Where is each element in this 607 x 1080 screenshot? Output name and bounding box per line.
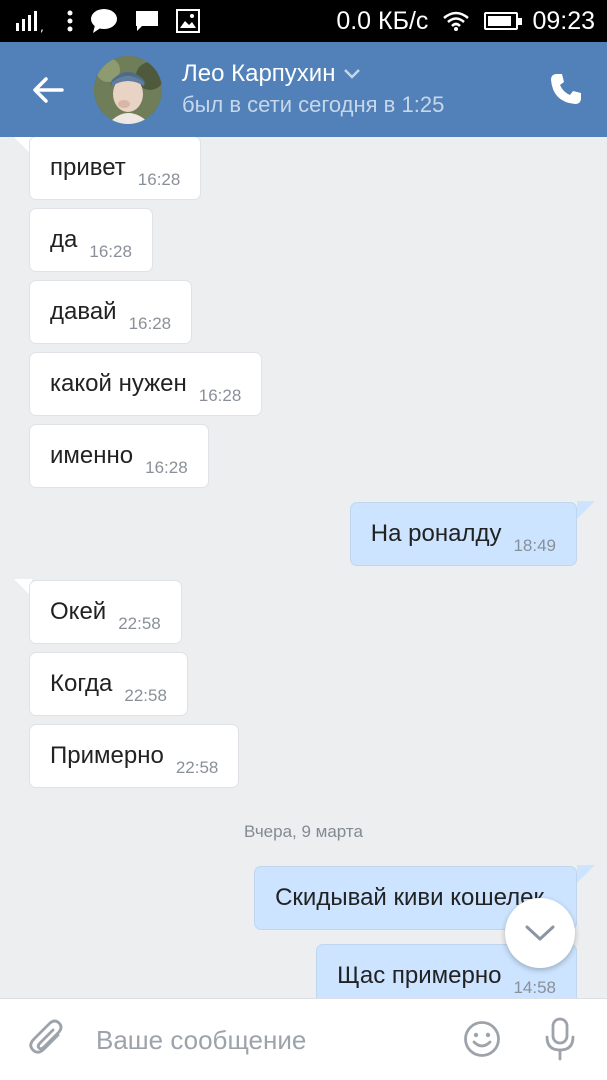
paperclip-icon[interactable] bbox=[28, 1019, 68, 1059]
scroll-to-bottom-button[interactable] bbox=[505, 898, 575, 968]
message-text: да bbox=[50, 226, 78, 253]
message-time: 16:28 bbox=[137, 170, 181, 189]
message-time: 22:58 bbox=[118, 614, 161, 633]
message-bubble-incoming[interactable]: давай 16:28 bbox=[29, 280, 193, 344]
chat-bubble-icon bbox=[91, 9, 117, 33]
message-list[interactable]: привет 16:28 да 16:28 давай 16:28 какой нуж… bbox=[0, 137, 607, 998]
microphone-icon[interactable] bbox=[542, 1017, 578, 1061]
svg-text:,: , bbox=[40, 20, 44, 33]
chevron-down-icon bbox=[525, 925, 555, 941]
message-text: Окей bbox=[50, 598, 107, 625]
network-speed: 0.0 КБ/с bbox=[336, 6, 429, 35]
message-bubble-incoming[interactable]: привет 16:28 bbox=[29, 137, 202, 200]
bubble-tail bbox=[577, 501, 595, 519]
message-time: 16:28 bbox=[198, 386, 242, 405]
wifi-icon bbox=[443, 11, 470, 31]
message-text: привет bbox=[50, 154, 126, 181]
status-left-icons: , bbox=[14, 8, 200, 34]
message-time: 22:58 bbox=[124, 686, 167, 705]
message-bubble-incoming[interactable]: да 16:28 bbox=[29, 208, 153, 272]
message-bubble-incoming[interactable]: Окей 22:58 bbox=[29, 580, 182, 644]
avatar[interactable] bbox=[94, 56, 162, 124]
message-time: 16:28 bbox=[128, 314, 172, 333]
clock: 09:23 bbox=[532, 6, 595, 35]
message-text: именно bbox=[50, 442, 134, 469]
battery-icon bbox=[484, 12, 523, 30]
contact-name: Лео Карпухин bbox=[182, 60, 336, 87]
bubble-tail bbox=[577, 865, 595, 883]
chevron-down-icon bbox=[344, 69, 361, 79]
message-text: давай bbox=[50, 298, 117, 325]
message-time: 18:49 bbox=[513, 536, 556, 555]
message-text: На роналду bbox=[370, 520, 502, 547]
signal-icon: , bbox=[16, 11, 44, 33]
phone-icon[interactable] bbox=[549, 72, 583, 106]
message-time: 22:58 bbox=[175, 758, 219, 777]
contact-name-row[interactable]: Лео Карпухин bbox=[182, 60, 361, 88]
date-separator: Вчера, 9 марта bbox=[244, 822, 363, 841]
message-time: 14:58 bbox=[513, 978, 556, 997]
message-bubble-outgoing[interactable]: На роналду 18:49 bbox=[349, 502, 577, 566]
back-arrow-icon[interactable] bbox=[28, 70, 68, 110]
message-bubble-incoming[interactable]: какой нужен 16:28 bbox=[29, 352, 263, 416]
message-text: Когда bbox=[50, 670, 113, 697]
message-text: какой нужен bbox=[50, 370, 187, 397]
emoji-icon[interactable] bbox=[463, 1020, 501, 1058]
message-bubble-incoming[interactable]: именно 16:28 bbox=[29, 424, 209, 488]
message-time: 16:28 bbox=[89, 242, 132, 261]
chat-header: Лео Карпухин был в сети сегодня в 1:25 bbox=[0, 42, 607, 137]
message-text: Скидывай киви кошелек bbox=[275, 884, 544, 911]
message-composer bbox=[0, 998, 607, 1080]
message-time: 16:28 bbox=[145, 458, 188, 477]
message-text: Примерно bbox=[50, 742, 164, 769]
image-icon bbox=[176, 9, 200, 33]
contact-status: был в сети сегодня в 1:25 bbox=[182, 92, 445, 117]
status-right: 0.0 КБ/с 09:23 bbox=[336, 0, 595, 42]
message-icon bbox=[136, 11, 158, 31]
message-text: Щас примерно bbox=[337, 962, 502, 989]
message-bubble-incoming[interactable]: Когда 22:58 bbox=[29, 652, 188, 716]
status-bar: , 0.0 КБ/с 09:23 bbox=[0, 0, 607, 42]
more-dots-icon bbox=[67, 10, 73, 32]
message-bubble-incoming[interactable]: Примерно 22:58 bbox=[29, 724, 240, 788]
message-input[interactable] bbox=[96, 1017, 436, 1063]
